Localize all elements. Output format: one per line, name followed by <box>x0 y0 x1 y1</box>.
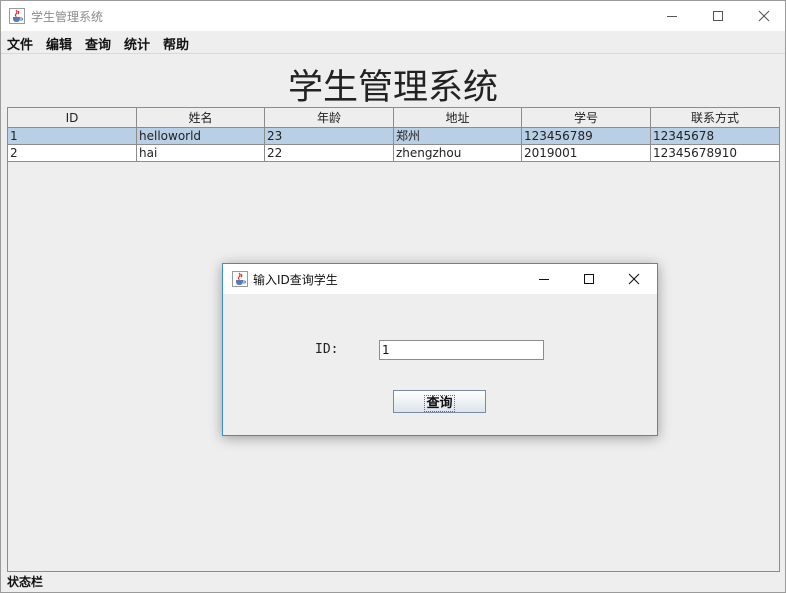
query-dialog: 输入ID查询学生 ID: 查询 <box>222 263 658 436</box>
table-header-row: ID 姓名 年龄 地址 学号 联系方式 <box>8 108 779 128</box>
close-icon <box>628 273 640 285</box>
table-cell[interactable]: 12345678910 <box>651 145 779 161</box>
table-cell[interactable]: 1 <box>8 128 137 144</box>
table-cell[interactable]: 22 <box>265 145 394 161</box>
menu-file[interactable]: 文件 <box>7 34 33 53</box>
menu-statistics[interactable]: 统计 <box>124 34 150 53</box>
status-bar: 状态栏 <box>7 575 44 589</box>
query-button-label: 查询 <box>424 395 455 412</box>
minimize-icon <box>667 16 677 17</box>
maximize-icon <box>713 11 723 21</box>
column-header-contact[interactable]: 联系方式 <box>651 108 779 127</box>
id-label: ID: <box>315 342 339 357</box>
dialog-minimize-button[interactable] <box>521 264 567 294</box>
query-button[interactable]: 查询 <box>393 390 486 413</box>
table-row[interactable]: 1 helloworld 23 郑州 123456789 12345678 <box>8 128 779 145</box>
table-cell[interactable]: hai <box>137 145 265 161</box>
column-header-age[interactable]: 年龄 <box>265 108 394 127</box>
dialog-close-button[interactable] <box>611 264 657 294</box>
column-header-name[interactable]: 姓名 <box>137 108 265 127</box>
table-row[interactable]: 2 hai 22 zhengzhou 2019001 12345678910 <box>8 145 779 162</box>
window-titlebar[interactable]: 学生管理系统 <box>1 1 785 31</box>
column-header-id[interactable]: ID <box>8 108 137 127</box>
window-title: 学生管理系统 <box>31 10 104 24</box>
table-cell[interactable]: 12345678 <box>651 128 779 144</box>
table-cell[interactable]: 2019001 <box>522 145 651 161</box>
table-cell[interactable]: helloworld <box>137 128 265 144</box>
menu-edit[interactable]: 编辑 <box>46 34 72 53</box>
table-cell[interactable]: 123456789 <box>522 128 651 144</box>
dialog-maximize-button[interactable] <box>566 264 612 294</box>
menu-query[interactable]: 查询 <box>85 34 111 53</box>
table-cell[interactable]: zhengzhou <box>394 145 522 161</box>
id-input[interactable] <box>379 340 544 360</box>
table-cell[interactable]: 2 <box>8 145 137 161</box>
maximize-button[interactable] <box>695 1 741 31</box>
close-icon <box>758 10 770 22</box>
java-cup-icon <box>232 271 248 287</box>
column-header-student-number[interactable]: 学号 <box>522 108 651 127</box>
minimize-button[interactable] <box>649 1 695 31</box>
close-button[interactable] <box>741 1 786 31</box>
dialog-title: 输入ID查询学生 <box>253 273 338 287</box>
menu-help[interactable]: 帮助 <box>163 34 189 53</box>
java-cup-icon <box>9 8 25 24</box>
table-cell[interactable]: 郑州 <box>394 128 522 144</box>
table-cell[interactable]: 23 <box>265 128 394 144</box>
dialog-titlebar[interactable]: 输入ID查询学生 <box>223 264 657 294</box>
column-header-address[interactable]: 地址 <box>394 108 522 127</box>
minimize-icon <box>539 279 549 280</box>
menu-bar: 文件 编辑 查询 统计 帮助 <box>1 31 785 54</box>
page-heading: 学生管理系统 <box>287 68 498 108</box>
maximize-icon <box>584 274 594 284</box>
